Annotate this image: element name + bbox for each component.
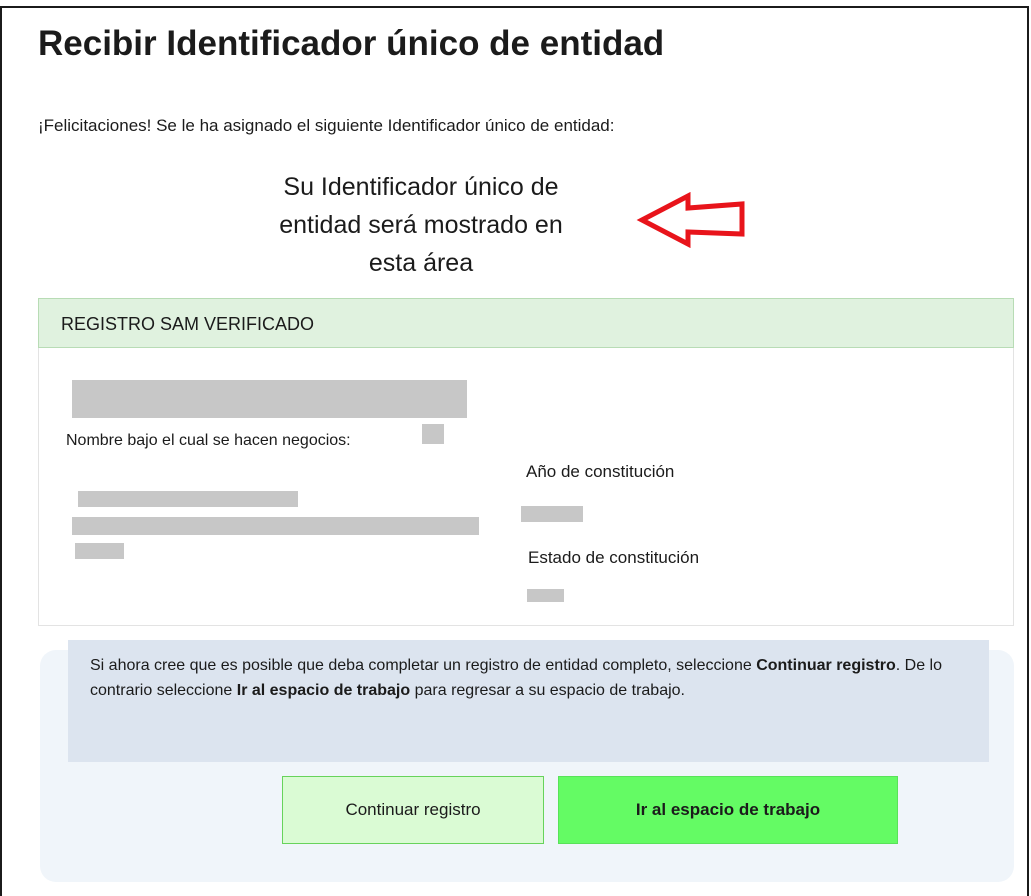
year-of-incorporation-label: Año de constitución [526, 462, 675, 481]
congrats-message: ¡Felicitaciones! Se le ha asignado el si… [38, 116, 615, 135]
uei-placeholder-line: entidad será mostrado en [279, 211, 563, 239]
uei-placeholder-line: esta área [368, 249, 474, 277]
redacted-address-line-2 [72, 517, 479, 535]
redacted-address-line-3 [75, 543, 124, 559]
left-arrow-icon [636, 192, 745, 248]
instructions-text: Si ahora cree que es posible que deba co… [90, 657, 757, 674]
go-to-workspace-button[interactable]: Ir al espacio de trabajo [558, 776, 898, 844]
arrow-shape [636, 192, 745, 248]
instructions-text: para regresar a su espacio de trabajo. [410, 682, 685, 699]
dba-label: Nombre bajo el cual se hacen negocios: [66, 432, 351, 449]
redacted-state-value [527, 589, 564, 602]
uei-display-area: Su Identificador único de entidad será m… [228, 168, 614, 282]
continue-registration-button[interactable]: Continuar registro [282, 776, 544, 844]
instructions-continue-emphasis: Continuar registro [756, 657, 896, 674]
redacted-year-value [521, 506, 583, 522]
sam-verified-header: REGISTRO SAM VERIFICADO [38, 298, 1014, 348]
uei-placeholder-line: Su Identificador único de [283, 173, 559, 201]
redacted-address-line-1 [78, 491, 298, 507]
redacted-entity-name [72, 380, 467, 418]
instructions-box: Si ahora cree que es posible que deba co… [68, 640, 989, 762]
state-of-incorporation-label: Estado de constitución [528, 548, 700, 567]
page-title: Recibir Identificador único de entidad [38, 24, 665, 63]
redacted-dba-value [422, 424, 444, 444]
instructions-workspace-emphasis: Ir al espacio de trabajo [236, 682, 411, 699]
